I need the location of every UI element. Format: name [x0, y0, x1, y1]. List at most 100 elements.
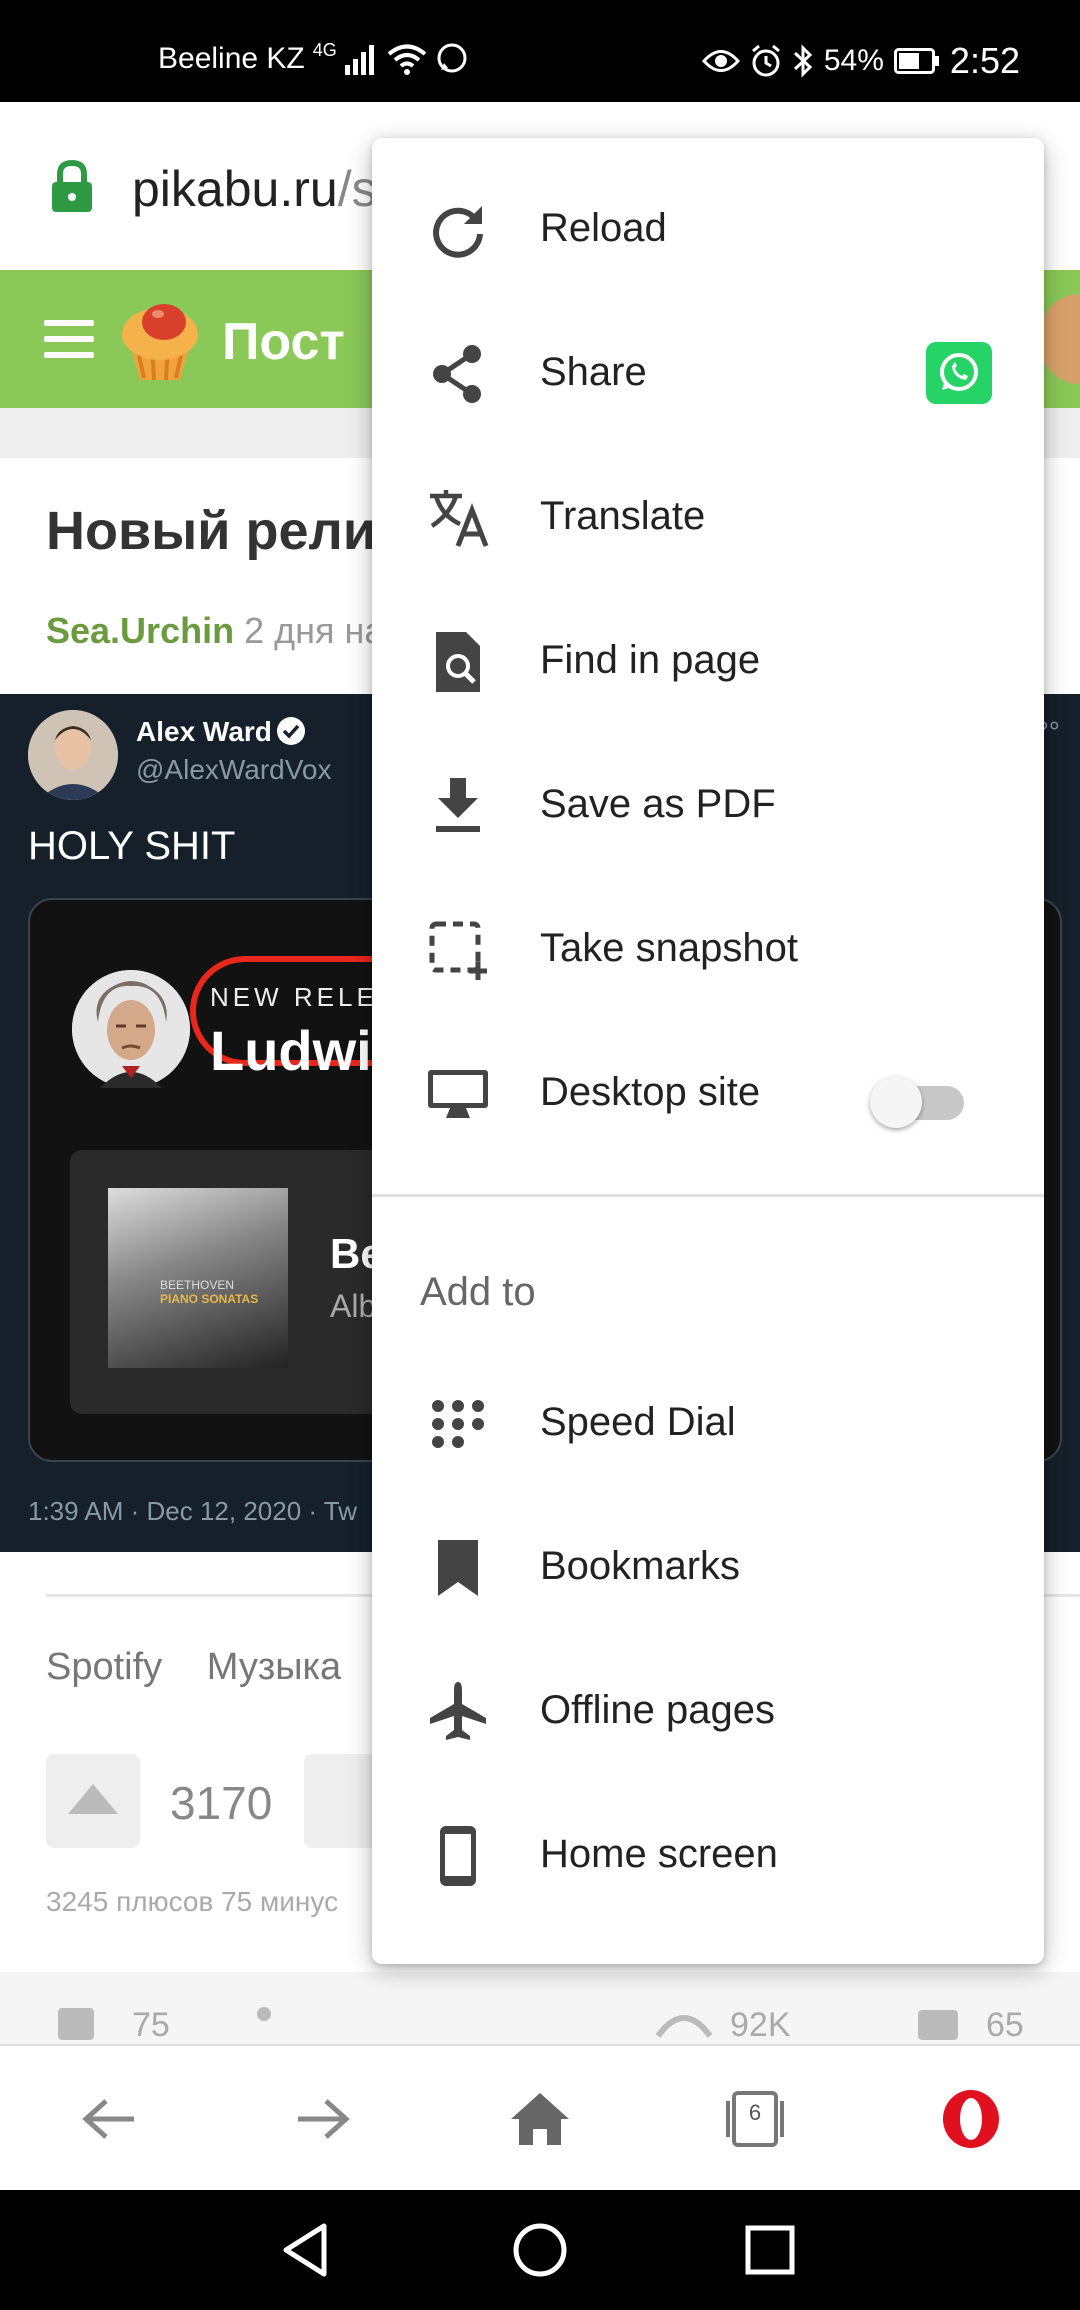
- tag-spotify[interactable]: Spotify: [46, 1646, 162, 1688]
- opera-logo-icon: [943, 2090, 999, 2148]
- url-text[interactable]: pikabu.ru/s: [132, 160, 377, 218]
- menu-item-take-snapshot[interactable]: Take snapshot: [372, 878, 1044, 1022]
- menu-section-add-to: Add to: [420, 1270, 536, 1314]
- battery-icon: [893, 48, 939, 74]
- bluetooth-icon: [793, 44, 813, 78]
- menu-label-bookmarks: Bookmarks: [540, 1544, 741, 1588]
- views-icon: [655, 2006, 713, 2049]
- wifi-icon: [387, 44, 427, 75]
- alarm-icon: [751, 44, 780, 77]
- card-tag: NEW RELEA: [210, 982, 400, 1012]
- reload-icon: [433, 206, 483, 258]
- tweet-author-handle: @AlexWardVox: [136, 754, 332, 785]
- menu-item-find-in-page[interactable]: Find in page: [372, 590, 1044, 734]
- menu-item-bookmarks[interactable]: Bookmarks: [372, 1496, 1044, 1640]
- menu-label-take-snapshot: Take snapshot: [540, 926, 798, 970]
- back-arrow-icon: [82, 2099, 134, 2139]
- comments-icon[interactable]: [916, 2006, 960, 2049]
- system-nav-bar: [0, 2190, 1080, 2310]
- lock-icon: [52, 160, 92, 212]
- album-cover-line2: PIANO SONATAS: [160, 1292, 259, 1306]
- comments-count: 65: [986, 2006, 1024, 2044]
- home-icon: [511, 2093, 569, 2145]
- menu-item-home-screen[interactable]: Home screen: [372, 1784, 1044, 1928]
- opera-menu-button[interactable]: [936, 2084, 1006, 2154]
- share-action-icon[interactable]: [232, 2006, 272, 2049]
- whatsapp-notification-icon: [437, 43, 467, 73]
- whatsapp-icon: [940, 353, 978, 391]
- carrier-name: Beeline KZ: [158, 42, 305, 75]
- upvote-button[interactable]: [46, 1754, 140, 1848]
- post-time: 2 дня на: [244, 610, 385, 651]
- menu-label-find-in-page: Find in page: [540, 638, 761, 682]
- save-count: 75: [132, 2006, 170, 2044]
- menu-item-translate[interactable]: Translate: [372, 446, 1044, 590]
- battery-percent: 54%: [823, 44, 884, 77]
- nav-recents-icon[interactable]: [738, 2218, 802, 2282]
- save-action[interactable]: [56, 2006, 96, 2049]
- forward-button[interactable]: [288, 2084, 358, 2154]
- beethoven-portrait: [72, 970, 190, 1088]
- post-score: 3170: [170, 1777, 273, 1829]
- menu-label-offline-pages: Offline pages: [540, 1688, 775, 1732]
- views-count: 92K: [730, 2006, 791, 2044]
- menu-item-share[interactable]: Share: [372, 302, 1044, 446]
- album-subtitle: Alb: [330, 1288, 377, 1324]
- verified-badge-icon: [277, 717, 305, 745]
- translate-icon: [430, 490, 489, 547]
- snapshot-icon: [429, 921, 487, 980]
- nav-home-icon[interactable]: [508, 2218, 572, 2282]
- download-icon: [436, 778, 480, 832]
- menu-label-home-screen: Home screen: [540, 1832, 778, 1876]
- bookmark-icon: [438, 1540, 478, 1596]
- back-button[interactable]: [74, 2084, 144, 2154]
- post-author[interactable]: Sea.Urchin: [46, 610, 234, 651]
- tweet-author-name: Alex Ward: [136, 716, 272, 747]
- menu-divider: [372, 1194, 1044, 1197]
- post-tags: Spotify Музыка: [46, 1646, 375, 1689]
- find-in-page-icon: [436, 632, 480, 692]
- clock: 2:52: [949, 40, 1020, 81]
- airplane-icon: [430, 1682, 486, 1740]
- tweet-timestamp: 1:39 AM · Dec 12, 2020 · Tw: [28, 1496, 358, 1526]
- post-meta: Sea.Urchin 2 дня на: [46, 610, 384, 652]
- speed-dial-icon: [432, 1400, 484, 1448]
- signal-icon: [344, 45, 374, 75]
- menu-label-speed-dial: Speed Dial: [540, 1400, 736, 1444]
- nav-back-icon[interactable]: [276, 2218, 340, 2282]
- share-icon: [433, 345, 481, 403]
- tag-music[interactable]: Музыка: [207, 1646, 341, 1688]
- vote-stats: 3245 плюсов 75 минус: [46, 1886, 339, 1917]
- album-cover: BEETHOVEN PIANO SONATAS: [108, 1188, 288, 1368]
- menu-label-desktop-site: Desktop site: [540, 1070, 761, 1114]
- phone-icon: [440, 1826, 476, 1886]
- site-title: Пост: [222, 313, 345, 371]
- menu-label-translate: Translate: [540, 494, 706, 538]
- network-type: 4G: [312, 39, 337, 60]
- hamburger-menu-icon[interactable]: [44, 320, 94, 358]
- home-button[interactable]: [505, 2084, 575, 2154]
- menu-item-offline-pages[interactable]: Offline pages: [372, 1640, 1044, 1784]
- menu-label-share: Share: [540, 350, 647, 394]
- post-title[interactable]: Новый рели: [46, 500, 376, 562]
- url-path: /s: [337, 161, 377, 217]
- pikabu-logo-icon[interactable]: [118, 294, 202, 384]
- status-bar: Beeline KZ 4G 54% 2:52: [0, 0, 1080, 102]
- tab-count: 6: [748, 2100, 762, 2125]
- menu-item-desktop-site[interactable]: Desktop site: [372, 1022, 1044, 1166]
- save-icon: [58, 2008, 94, 2040]
- album-cover-line1: BEETHOVEN: [160, 1278, 235, 1292]
- forward-arrow-icon: [298, 2099, 350, 2139]
- browser-bottom-bar: 6: [0, 2044, 1080, 2190]
- desktop-icon: [428, 1070, 488, 1118]
- whatsapp-share-button[interactable]: [926, 342, 992, 404]
- menu-label-save-as-pdf: Save as PDF: [540, 782, 776, 826]
- browser-menu: Reload Share Translate Find in page Save…: [372, 138, 1044, 1964]
- desktop-site-toggle[interactable]: [870, 1072, 966, 1128]
- menu-item-speed-dial[interactable]: Speed Dial: [372, 1352, 1044, 1496]
- menu-item-save-as-pdf[interactable]: Save as PDF: [372, 734, 1044, 878]
- user-avatar[interactable]: [1040, 294, 1080, 384]
- menu-label-reload: Reload: [540, 206, 667, 250]
- tabs-button[interactable]: 6: [720, 2084, 790, 2154]
- menu-item-reload[interactable]: Reload: [372, 158, 1044, 302]
